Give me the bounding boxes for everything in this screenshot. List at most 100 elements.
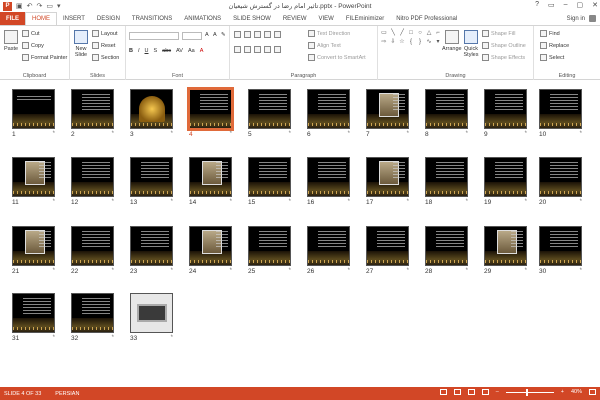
slide-thumbnail[interactable]: 1 * <box>12 89 55 138</box>
transition-star-icon[interactable]: * <box>53 199 55 205</box>
slide-thumbnail[interactable]: 11 * <box>12 157 55 206</box>
quick-styles-button[interactable]: Quick Styles <box>462 30 480 58</box>
slide-preview[interactable] <box>248 89 291 129</box>
shape-line2-icon[interactable]: ╱ <box>398 29 406 37</box>
slide-preview[interactable] <box>71 226 114 266</box>
slide-preview[interactable] <box>12 293 55 333</box>
account-area[interactable]: Sign in <box>567 15 596 22</box>
slide-thumbnail[interactable]: 9 * <box>484 89 527 138</box>
slide-sorter-view-icon[interactable] <box>453 389 461 395</box>
slide-thumbnail[interactable]: 28 * <box>425 226 468 275</box>
slide-preview[interactable] <box>539 89 582 129</box>
tab-file[interactable]: FILE <box>0 12 25 25</box>
strikethrough-button[interactable]: abc <box>162 48 171 54</box>
zoom-slider-thumb[interactable] <box>525 388 528 396</box>
slide-preview[interactable] <box>71 89 114 129</box>
minimize-icon[interactable]: – <box>564 1 568 9</box>
slide-preview[interactable] <box>71 157 114 197</box>
font-name-combo[interactable] <box>129 32 179 40</box>
shape-square-icon[interactable]: □ <box>407 29 415 37</box>
font-size-combo[interactable] <box>182 32 202 40</box>
shape-arrow-down-icon[interactable]: ⇩ <box>389 38 397 46</box>
slide-preview[interactable] <box>130 157 173 197</box>
shape-triangle-icon[interactable]: △ <box>425 29 433 37</box>
normal-view-icon[interactable] <box>439 389 447 395</box>
tab-transitions[interactable]: TRANSITIONS <box>126 12 178 25</box>
increase-indent-icon[interactable] <box>264 31 271 38</box>
transition-star-icon[interactable]: * <box>112 199 114 205</box>
transition-star-icon[interactable]: * <box>112 335 114 341</box>
tab-review[interactable]: REVIEW <box>277 12 313 25</box>
slide-preview[interactable] <box>248 157 291 197</box>
slide-preview[interactable] <box>539 226 582 266</box>
reset-button[interactable]: Reset <box>92 42 115 49</box>
slide-thumbnail[interactable]: 29 * <box>484 226 527 275</box>
transition-star-icon[interactable]: * <box>580 199 582 205</box>
slide-thumbnail[interactable]: 10 * <box>539 89 582 138</box>
transition-star-icon[interactable]: * <box>230 131 232 137</box>
slide-preview[interactable] <box>425 226 468 266</box>
font-color-button[interactable]: A <box>200 48 204 54</box>
align-center-icon[interactable] <box>244 46 251 53</box>
slide-thumbnail[interactable]: 12 * <box>71 157 114 206</box>
slide-preview[interactable] <box>12 89 55 129</box>
slide-thumbnail[interactable]: 7 * <box>366 89 409 138</box>
text-direction-button[interactable]: Text Direction <box>308 30 350 37</box>
tab-design[interactable]: DESIGN <box>91 12 126 25</box>
slide-thumbnail[interactable]: 25 * <box>248 226 291 275</box>
tab-slide-show[interactable]: SLIDE SHOW <box>227 12 277 25</box>
transition-star-icon[interactable]: * <box>53 131 55 137</box>
transition-star-icon[interactable]: * <box>53 335 55 341</box>
copy-button[interactable]: Copy <box>22 42 44 49</box>
transition-star-icon[interactable]: * <box>466 131 468 137</box>
slide-preview[interactable] <box>189 157 232 197</box>
tab-animations[interactable]: ANIMATIONS <box>178 12 227 25</box>
zoom-slider[interactable] <box>505 388 554 396</box>
slide-preview[interactable] <box>130 293 173 333</box>
clear-formatting-icon[interactable]: ✎ <box>221 32 226 38</box>
undo-icon[interactable]: ↶ <box>27 2 33 10</box>
zoom-out-button[interactable]: – <box>496 389 499 395</box>
slide-preview[interactable] <box>425 89 468 129</box>
tab-insert[interactable]: INSERT <box>57 12 91 25</box>
slide-thumbnail[interactable]: 32 * <box>71 293 114 342</box>
slide-thumbnail[interactable]: 20 * <box>539 157 582 206</box>
sign-in-link[interactable]: Sign in <box>567 16 585 22</box>
transition-star-icon[interactable]: * <box>348 199 350 205</box>
text-shadow-button[interactable]: S <box>154 48 158 54</box>
shrink-font-icon[interactable]: A <box>213 32 217 38</box>
start-slideshow-icon[interactable]: ▭ <box>46 2 53 10</box>
slide-thumbnail[interactable]: 27 * <box>366 226 409 275</box>
slide-thumbnail[interactable]: 16 * <box>307 157 350 206</box>
shape-arrow-icon[interactable]: ⌐ <box>434 29 442 37</box>
shape-line-icon[interactable]: ╲ <box>389 29 397 37</box>
tab-nitro-pdf-professional[interactable]: Nitro PDF Professional <box>390 12 463 25</box>
shape-brace2-icon[interactable]: } <box>416 38 424 46</box>
transition-star-icon[interactable]: * <box>466 199 468 205</box>
italic-button[interactable]: I <box>138 48 140 54</box>
slide-thumbnail[interactable]: 24 * <box>189 226 232 275</box>
numbering-icon[interactable] <box>244 31 251 38</box>
cut-button[interactable]: Cut <box>22 30 40 37</box>
slide-preview[interactable] <box>484 157 527 197</box>
transition-star-icon[interactable]: * <box>112 131 114 137</box>
tab-view[interactable]: VIEW <box>313 12 340 25</box>
columns-icon[interactable] <box>274 46 281 53</box>
language-indicator[interactable]: PERSIAN <box>55 391 79 397</box>
slide-thumbnail[interactable]: 33 * <box>130 293 173 342</box>
layout-button[interactable]: Layout <box>92 30 118 37</box>
transition-star-icon[interactable]: * <box>407 268 409 274</box>
transition-star-icon[interactable]: * <box>348 131 350 137</box>
convert-smartart-button[interactable]: Convert to SmartArt <box>308 54 366 61</box>
transition-star-icon[interactable]: * <box>171 199 173 205</box>
slide-thumbnail[interactable]: 15 * <box>248 157 291 206</box>
align-right-icon[interactable] <box>254 46 261 53</box>
reading-view-icon[interactable] <box>467 389 475 395</box>
slide-preview[interactable] <box>12 226 55 266</box>
transition-star-icon[interactable]: * <box>407 199 409 205</box>
slide-preview[interactable] <box>187 87 234 131</box>
transition-star-icon[interactable]: * <box>466 268 468 274</box>
char-spacing-button[interactable]: AV <box>176 48 183 54</box>
tab-home[interactable]: HOME <box>25 12 57 25</box>
slide-thumbnail[interactable]: 21 * <box>12 226 55 275</box>
